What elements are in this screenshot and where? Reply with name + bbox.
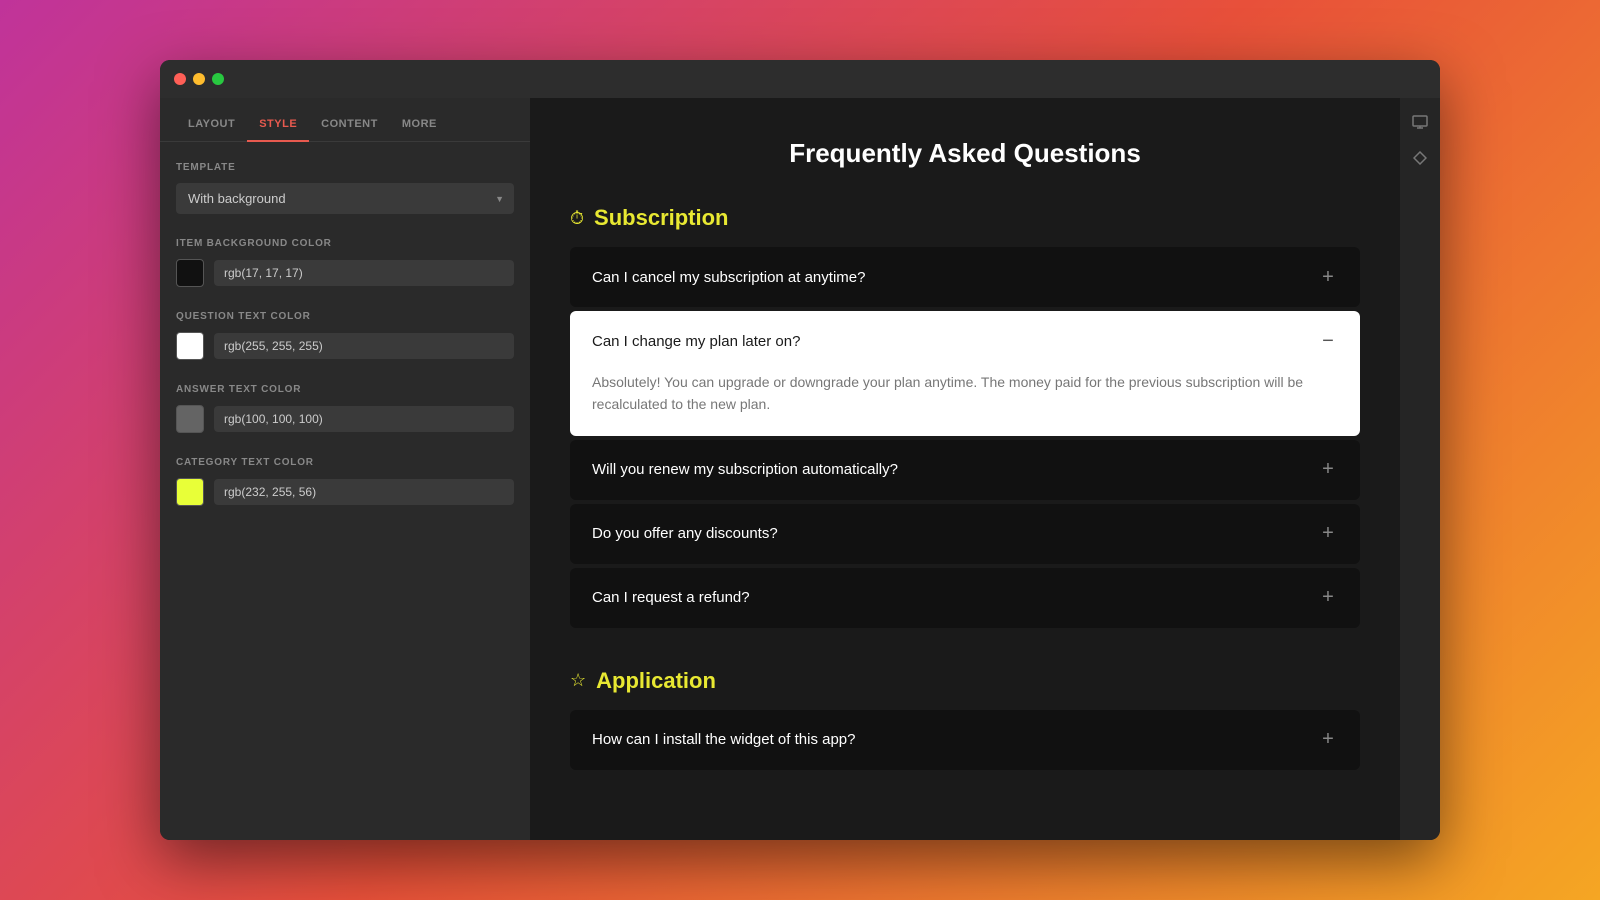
faq-question-text-3: Will you renew my subscription automatic… xyxy=(592,461,898,478)
item-bg-label: ITEM BACKGROUND COLOR xyxy=(176,238,514,249)
question-text-section: QUESTION TEXT COLOR xyxy=(176,311,514,360)
faq-toggle-3[interactable]: + xyxy=(1318,460,1338,480)
faq-question-3[interactable]: Will you renew my subscription automatic… xyxy=(570,440,1360,500)
faq-toggle-1[interactable]: + xyxy=(1318,267,1338,287)
faq-question-5[interactable]: Can I request a refund? + xyxy=(570,568,1360,628)
faq-item-6: How can I install the widget of this app… xyxy=(570,710,1360,770)
faq-question-1[interactable]: Can I cancel my subscription at anytime?… xyxy=(570,247,1360,307)
category-header-subscription: ⏱ Subscription xyxy=(570,205,1360,231)
faq-list-subscription: Can I cancel my subscription at anytime?… xyxy=(570,247,1360,628)
answer-text-value[interactable] xyxy=(214,406,514,432)
faq-question-6[interactable]: How can I install the widget of this app… xyxy=(570,710,1360,770)
sidebar: LAYOUT STYLE CONTENT MORE TEMPLATE With … xyxy=(160,98,530,840)
category-title-subscription: Subscription xyxy=(594,205,728,231)
page-title: Frequently Asked Questions xyxy=(570,138,1360,169)
sidebar-tabs: LAYOUT STYLE CONTENT MORE xyxy=(160,98,530,142)
faq-question-4[interactable]: Do you offer any discounts? + xyxy=(570,504,1360,564)
faq-item-5: Can I request a refund? + xyxy=(570,568,1360,628)
faq-item-1: Can I cancel my subscription at anytime?… xyxy=(570,247,1360,307)
template-select-wrapper[interactable]: With background Without background Minim… xyxy=(176,183,514,214)
faq-question-text-4: Do you offer any discounts? xyxy=(592,525,778,542)
category-title-application: Application xyxy=(596,668,716,694)
maximize-button[interactable] xyxy=(212,73,224,85)
faq-toggle-4[interactable]: + xyxy=(1318,524,1338,544)
template-section: TEMPLATE With background Without backgro… xyxy=(176,162,514,214)
faq-question-text-6: How can I install the widget of this app… xyxy=(592,731,855,748)
main-content: Frequently Asked Questions ⏱ Subscriptio… xyxy=(530,98,1400,840)
browser-window: LAYOUT STYLE CONTENT MORE TEMPLATE With … xyxy=(160,60,1440,840)
item-bg-value[interactable] xyxy=(214,260,514,286)
traffic-lights xyxy=(174,73,224,85)
faq-question-text-1: Can I cancel my subscription at anytime? xyxy=(592,269,865,286)
faq-toggle-6[interactable]: + xyxy=(1318,730,1338,750)
tab-layout[interactable]: LAYOUT xyxy=(176,108,247,142)
category-text-value[interactable] xyxy=(214,479,514,505)
faq-question-text-2: Can I change my plan later on? xyxy=(592,333,800,350)
faq-toggle-2[interactable]: − xyxy=(1318,331,1338,351)
app-body: LAYOUT STYLE CONTENT MORE TEMPLATE With … xyxy=(160,98,1440,840)
faq-item-4: Do you offer any discounts? + xyxy=(570,504,1360,564)
sidebar-content: TEMPLATE With background Without backgro… xyxy=(160,142,530,526)
monitor-icon[interactable] xyxy=(1406,108,1434,136)
faq-item-3: Will you renew my subscription automatic… xyxy=(570,440,1360,500)
question-text-color-row xyxy=(176,332,514,360)
clock-icon: ⏱ xyxy=(570,208,584,229)
minimize-button[interactable] xyxy=(193,73,205,85)
category-text-swatch[interactable] xyxy=(176,478,204,506)
question-text-label: QUESTION TEXT COLOR xyxy=(176,311,514,322)
template-label: TEMPLATE xyxy=(176,162,514,173)
answer-text-color-row xyxy=(176,405,514,433)
answer-text-section: ANSWER TEXT COLOR xyxy=(176,384,514,433)
faq-question-text-5: Can I request a refund? xyxy=(592,589,750,606)
question-text-value[interactable] xyxy=(214,333,514,359)
star-icon: ☆ xyxy=(570,670,586,691)
category-header-application: ☆ Application xyxy=(570,668,1360,694)
paint-icon[interactable] xyxy=(1406,144,1434,172)
tab-more[interactable]: MORE xyxy=(390,108,449,142)
faq-question-2[interactable]: Can I change my plan later on? − xyxy=(570,311,1360,371)
right-toolbar xyxy=(1400,98,1440,840)
tab-style[interactable]: STYLE xyxy=(247,108,309,142)
category-text-label: CATEGORY TEXT COLOR xyxy=(176,457,514,468)
category-text-color-row xyxy=(176,478,514,506)
faq-answer-2: Absolutely! You can upgrade or downgrade… xyxy=(570,371,1360,436)
answer-text-swatch[interactable] xyxy=(176,405,204,433)
question-text-swatch[interactable] xyxy=(176,332,204,360)
item-bg-swatch[interactable] xyxy=(176,259,204,287)
close-button[interactable] xyxy=(174,73,186,85)
item-bg-section: ITEM BACKGROUND COLOR xyxy=(176,238,514,287)
tab-content[interactable]: CONTENT xyxy=(309,108,390,142)
faq-toggle-5[interactable]: + xyxy=(1318,588,1338,608)
answer-text-label: ANSWER TEXT COLOR xyxy=(176,384,514,395)
faq-item-2: Can I change my plan later on? − Absolut… xyxy=(570,311,1360,436)
title-bar xyxy=(160,60,1440,98)
item-bg-color-row xyxy=(176,259,514,287)
faq-list-application: How can I install the widget of this app… xyxy=(570,710,1360,770)
category-text-section: CATEGORY TEXT COLOR xyxy=(176,457,514,506)
template-select[interactable]: With background Without background Minim… xyxy=(176,183,514,214)
